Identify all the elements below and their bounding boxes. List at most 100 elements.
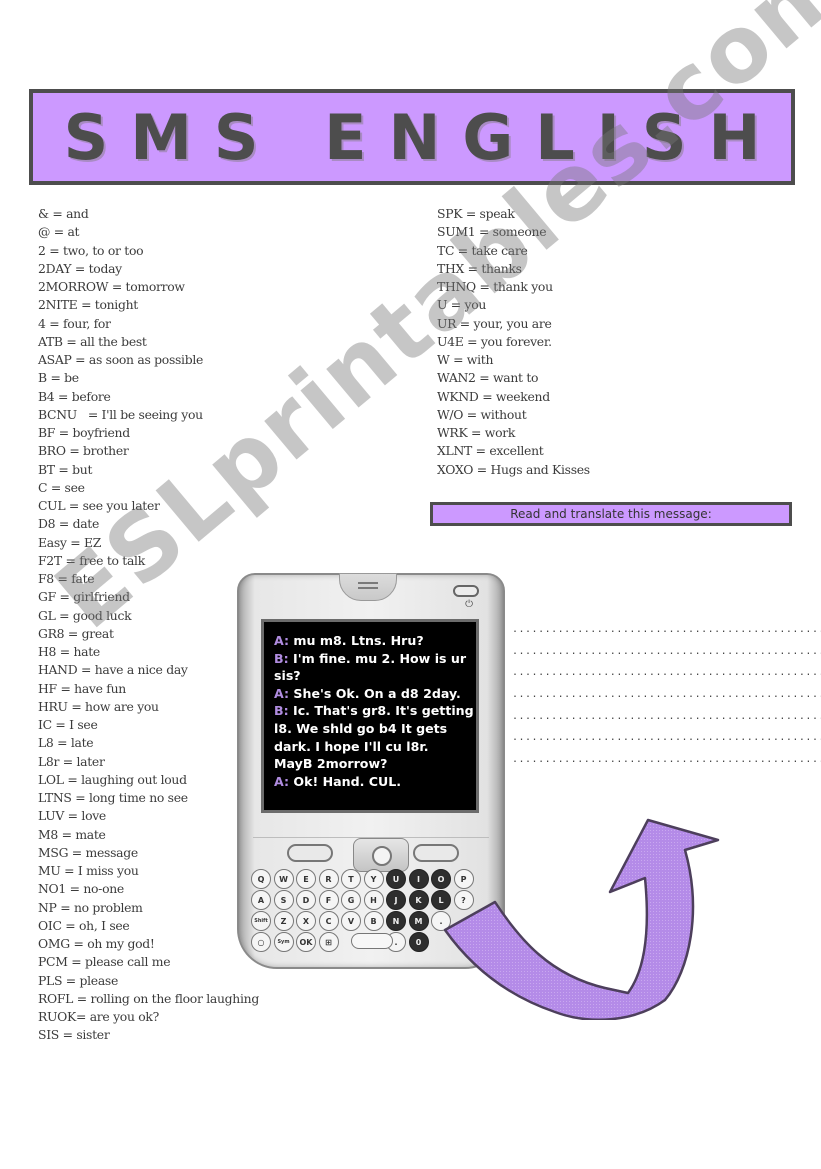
- speaker-label: A:: [274, 773, 290, 789]
- earpiece-speaker: [339, 573, 397, 601]
- answer-line[interactable]: ........................................…: [512, 706, 821, 728]
- keyboard-key: W: [273, 869, 294, 889]
- glossary-entry: D8 = date: [38, 516, 100, 532]
- glossary-entry: CUL = see you later: [38, 498, 160, 513]
- power-icon: ⏻: [465, 599, 473, 610]
- phone-screen: A: mu m8. Ltns. Hru? B: I'm fine. mu 2. H…: [261, 619, 479, 813]
- title-banner: SMS ENGLISH: [29, 89, 795, 185]
- center-nav-button: [353, 838, 409, 872]
- glossary-entry: OIC = oh, I see: [38, 917, 130, 933]
- glossary-entry: GL = good luck: [38, 607, 132, 623]
- answer-line[interactable]: ........................................…: [512, 619, 821, 641]
- glossary-entry: 2NITE = tonight: [38, 297, 138, 313]
- answer-line[interactable]: ........................................…: [512, 749, 821, 771]
- keyboard-key: V: [341, 911, 361, 931]
- speaker-label: B:: [274, 703, 289, 719]
- keyboard-key: R: [318, 869, 339, 889]
- message-line: B: Ic. That's gr8. It's getting: [274, 702, 474, 720]
- message-text: sis?: [274, 668, 301, 684]
- keyboard-key: X: [296, 911, 316, 931]
- message-line: A: She's Ok. On a d8 2day.: [274, 685, 468, 703]
- glossary-entry: HAND = have a nice day: [38, 662, 188, 678]
- glossary-entry: TC = take care: [437, 242, 528, 258]
- page-title: SMS ENGLISH: [63, 100, 783, 174]
- glossary-entry: M8 = mate: [38, 826, 106, 842]
- message-line: A: mu m8. Ltns. Hru?: [274, 632, 468, 650]
- glossary-entry: ASAP = as soon as possible: [38, 352, 204, 367]
- message-text: l8. We shld go b4 It gets: [274, 720, 448, 736]
- glossary-entry: 2MORROW = tomorrow: [38, 279, 185, 294]
- keyboard-key: E: [296, 869, 316, 889]
- glossary-entry: U4E = you forever.: [437, 333, 552, 349]
- glossary-entry: XLNT = excellent: [437, 443, 544, 459]
- glossary-entry: IC = I see: [38, 717, 98, 732]
- answer-line[interactable]: ........................................…: [512, 641, 821, 663]
- message-text: mu m8. Ltns. Hru?: [289, 633, 424, 648]
- message-text: She's Ok. On a d8 2day.: [289, 685, 461, 701]
- message-line: A: Ok! Hand. CUL.: [274, 773, 468, 791]
- message-text: I'm fine. mu 2. How is ur: [288, 650, 467, 666]
- instruction-banner: Read and translate this message:: [430, 502, 792, 526]
- glossary-entry: RUOK= are you ok?: [38, 1009, 159, 1024]
- glossary-left-column: & = and @ = at 2 = two, to or too 2DAY = to…: [38, 205, 259, 1045]
- glossary-entry: B4 = before: [38, 388, 111, 404]
- glossary-entry: F2T = free to talk: [38, 552, 145, 568]
- glossary-entry: L8 = late: [38, 735, 94, 751]
- message-line: l8. We shld go b4 It gets: [274, 720, 468, 738]
- speaker-label: A:: [274, 685, 290, 701]
- glossary-entry: GF = girlfriend: [38, 589, 130, 605]
- glossary-entry: NP = no problem: [38, 899, 143, 915]
- answer-line[interactable]: ........................................…: [512, 684, 821, 706]
- answer-line[interactable]: ........................................…: [512, 662, 821, 684]
- keyboard-key: ○: [251, 932, 271, 952]
- glossary-entry: BCNU = I'll be seeing you: [38, 406, 203, 422]
- keyboard-key: 0: [408, 932, 429, 952]
- glossary-entry: @ = at: [38, 224, 80, 240]
- message-text: MayB 2morrow?: [274, 756, 388, 772]
- arrow-body: [443, 818, 720, 1020]
- keyboard-key: U: [386, 869, 406, 889]
- glossary-entry: HF = have fun: [38, 680, 126, 696]
- glossary-entry: HRU = how are you: [38, 698, 159, 714]
- keyboard-key: B: [363, 911, 384, 931]
- message-text: dark. I hope I'll cu l8r.: [274, 738, 429, 754]
- glossary-entry: NO1 = no-one: [38, 881, 124, 897]
- glossary-entry: H8 = hate: [38, 644, 100, 659]
- glossary-entry: & = and: [38, 206, 89, 221]
- keyboard-key: ⊞: [318, 932, 339, 952]
- glossary-entry: W/O = without: [437, 406, 527, 422]
- curved-arrow-icon: [443, 818, 720, 1020]
- glossary-entry: MSG = message: [38, 844, 138, 860]
- glossary-entry: SPK = speak: [437, 206, 515, 221]
- keyboard-key: D: [296, 890, 316, 910]
- power-led: [453, 585, 479, 597]
- keyboard-key: C: [318, 911, 339, 931]
- keyboard-key: G: [341, 890, 361, 910]
- glossary-entry: OMG = oh my god!: [38, 936, 155, 951]
- glossary-entry: 2 = two, to or too: [38, 242, 144, 258]
- answer-line[interactable]: ........................................…: [512, 727, 821, 749]
- glossary-entry: THX = thanks: [437, 260, 522, 276]
- answer-lines: ........................................…: [512, 619, 821, 771]
- glossary-entry: B = be: [38, 370, 79, 386]
- keyboard-key: A: [251, 890, 271, 910]
- glossary-entry: XOXO = Hugs and Kisses: [437, 461, 590, 477]
- glossary-entry: BT = but: [38, 461, 93, 477]
- glossary-entry: WRK = work: [437, 425, 516, 440]
- glossary-entry: 4 = four, for: [38, 315, 111, 331]
- glossary-entry: THNQ = thank you: [437, 279, 553, 294]
- keyboard-key: S: [273, 890, 294, 910]
- keyboard-key: Q: [251, 869, 271, 889]
- glossary-entry: MU = I miss you: [38, 863, 139, 878]
- keyboard-key: K: [408, 890, 429, 910]
- glossary-entry: C = see: [38, 479, 85, 495]
- glossary-entry: WAN2 = want to: [437, 370, 539, 386]
- glossary-entry: WKND = weekend: [437, 388, 550, 404]
- keyboard-key: Sym: [273, 932, 294, 952]
- keyboard-key: Shift: [251, 911, 271, 931]
- instruction-text: Read and translate this message:: [510, 507, 712, 521]
- glossary-entry: L8r = later: [38, 753, 105, 769]
- speaker-label: B:: [274, 650, 289, 666]
- message-text: Ok! Hand. CUL.: [289, 773, 402, 789]
- glossary-entry: SUM1 = someone: [437, 224, 547, 240]
